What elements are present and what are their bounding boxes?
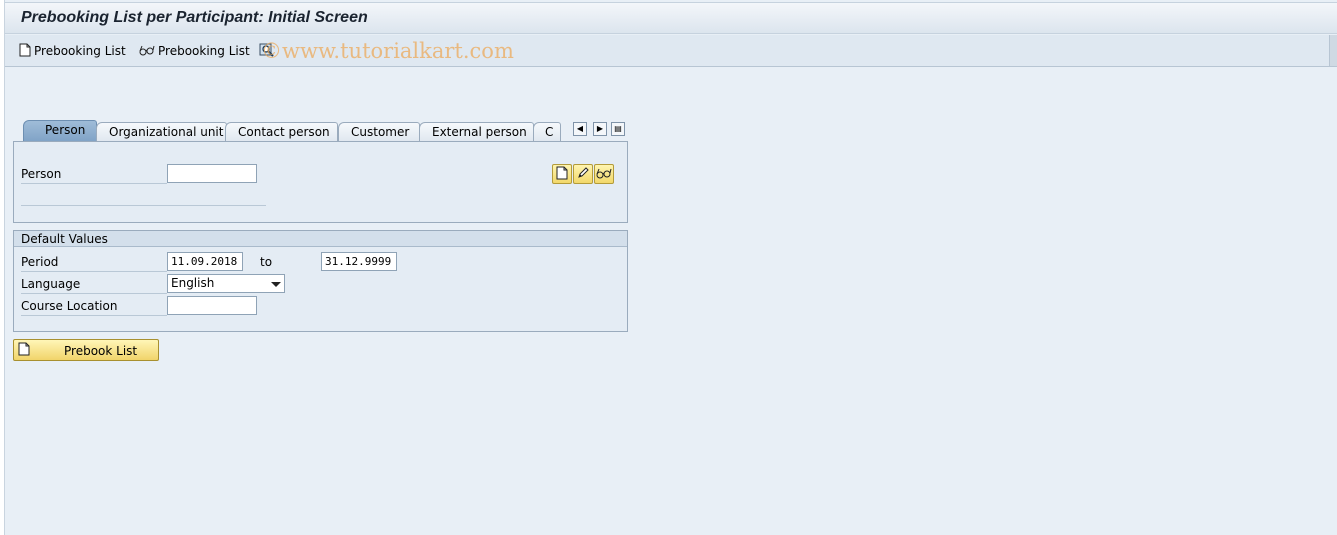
display-glasses-icon — [139, 44, 155, 59]
page-title: Prebooking List per Participant: Initial… — [21, 9, 368, 26]
language-select[interactable]: English — [167, 274, 285, 293]
tab-scroll-left-icon[interactable]: ◀ — [573, 122, 587, 136]
period-to-input[interactable]: 31.12.9999 — [321, 252, 397, 271]
chevron-down-icon — [271, 282, 281, 287]
tab-list-icon[interactable]: ▤ — [611, 122, 625, 136]
display-button[interactable] — [594, 164, 614, 184]
toolbar-item-label: Prebooking List — [158, 44, 250, 58]
language-value: English — [171, 276, 215, 290]
tab-scroll-right-icon[interactable]: ▶ — [593, 122, 607, 136]
toolbar-scrollbar[interactable] — [1329, 35, 1337, 66]
period-from-input[interactable]: 11.09.2018 — [167, 252, 243, 271]
main-window: Prebooking List per Participant: Initial… — [4, 0, 1337, 535]
create-document-icon — [556, 166, 568, 183]
create-document-icon — [19, 43, 31, 60]
prebook-list-button[interactable]: Prebook List — [13, 339, 159, 361]
person-input[interactable] — [167, 164, 257, 183]
person-panel: Person — [13, 141, 628, 223]
tab-contact-person[interactable]: Contact person — [225, 122, 338, 142]
application-toolbar: Prebooking List Prebooking List ©www.tut… — [5, 35, 1337, 67]
selection-tabstrip: Person Organizational unit Contact perso… — [13, 120, 628, 142]
period-to-label: to — [260, 255, 273, 269]
pencil-icon — [576, 166, 590, 183]
language-label: Language — [21, 274, 167, 294]
toolbar-item-label: Prebooking List — [34, 44, 126, 58]
default-values-header: Default Values — [14, 231, 627, 247]
toolbar-display-prebooking-list[interactable]: Prebooking List — [139, 43, 250, 59]
create-button[interactable] — [552, 164, 572, 184]
period-label: Period — [21, 252, 167, 272]
toolbar-create-prebooking-list[interactable]: Prebooking List — [19, 43, 126, 59]
change-button[interactable] — [573, 164, 593, 184]
course-location-label: Course Location — [21, 296, 167, 316]
prebook-list-label: Prebook List — [64, 344, 138, 358]
title-bar: Prebooking List per Participant: Initial… — [5, 2, 1337, 34]
divider — [21, 205, 266, 206]
create-document-icon — [18, 342, 30, 359]
watermark: ©www.tutorialkart.com — [261, 39, 514, 63]
tab-more[interactable]: C — [533, 122, 561, 142]
tab-external-person[interactable]: External person — [419, 122, 534, 142]
default-values-panel: Default Values Period 11.09.2018 to 31.1… — [13, 230, 628, 332]
tab-customer[interactable]: Customer — [338, 122, 420, 142]
person-label: Person — [21, 164, 167, 184]
tab-organizational-unit[interactable]: Organizational unit — [96, 122, 227, 142]
tab-person[interactable]: Person — [23, 120, 97, 142]
display-glasses-icon — [596, 167, 612, 182]
course-location-input[interactable] — [167, 296, 257, 315]
